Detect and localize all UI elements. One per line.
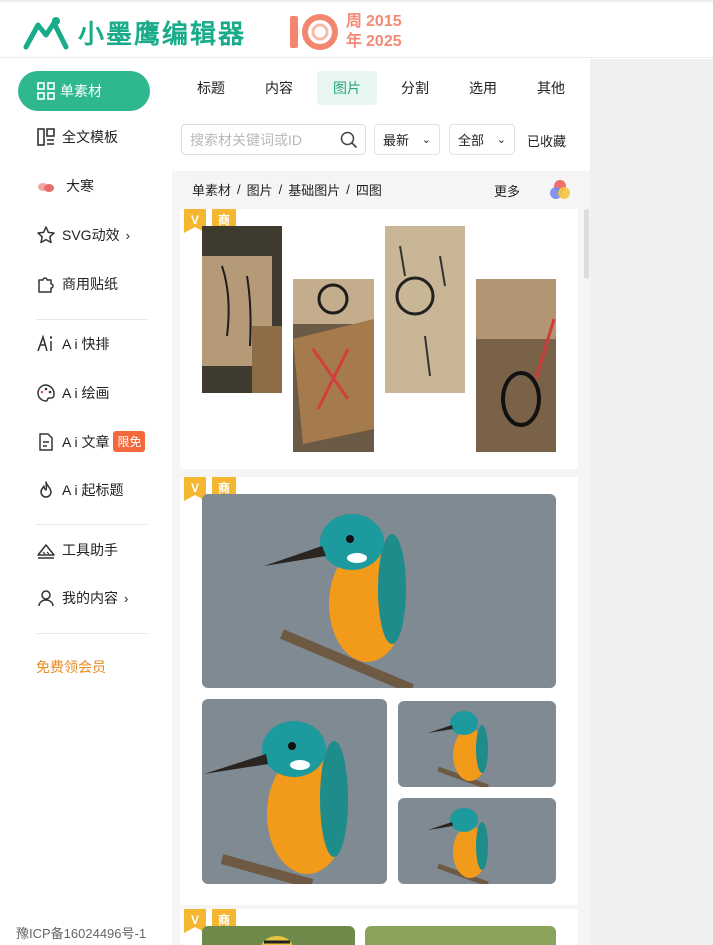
more-link[interactable]: 更多 bbox=[494, 181, 520, 200]
tab-divider[interactable]: 分割 bbox=[392, 71, 438, 105]
sidebar-item-label: 大寒 bbox=[66, 178, 94, 194]
gift-photo-strip bbox=[476, 279, 556, 452]
chevron-right-icon: › bbox=[124, 590, 129, 606]
sidebar-item-label: SVG动效 bbox=[62, 227, 120, 243]
ai-icon bbox=[37, 334, 53, 352]
sidebar-item-label: 我的内容 bbox=[62, 590, 118, 606]
material-card[interactable]: V 商 bbox=[180, 209, 578, 469]
palette-icon bbox=[37, 384, 55, 402]
ten-years-icon bbox=[290, 14, 338, 50]
editor-area bbox=[590, 59, 713, 945]
gift-photo-strip bbox=[202, 226, 282, 393]
breadcrumb-item: 四图 bbox=[355, 182, 382, 198]
sidebar-item-my-content[interactable]: 我的内容 › bbox=[36, 588, 128, 608]
top-header: 小墨鹰编辑器 周 2015 年 2025 bbox=[0, 0, 713, 58]
chevron-right-icon: › bbox=[125, 227, 130, 243]
sidebar-active-label: 单素材 bbox=[60, 83, 102, 99]
kingfisher-photo bbox=[202, 699, 387, 884]
template-icon bbox=[37, 128, 55, 146]
sidebar-item-ai-layout[interactable]: A i 快排 bbox=[36, 334, 109, 354]
sidebar-divider bbox=[36, 633, 147, 634]
sidebar-item-tools[interactable]: 工具助手 bbox=[36, 540, 118, 560]
svg-text:商: 商 bbox=[218, 212, 230, 227]
tab-content[interactable]: 内容 bbox=[256, 71, 302, 105]
sidebar-item-stickers[interactable]: 商用贴纸 bbox=[36, 274, 118, 294]
document-icon bbox=[39, 432, 53, 451]
breadcrumb-item[interactable]: 单素材 bbox=[192, 180, 231, 199]
puzzle-icon bbox=[38, 277, 54, 293]
svg-text:V: V bbox=[191, 213, 199, 227]
favorites-link[interactable]: 已收藏 bbox=[527, 131, 566, 150]
anniv-label-1: 周 bbox=[346, 13, 363, 30]
tab-select[interactable]: 选用 bbox=[460, 71, 506, 105]
sort-dropdown[interactable]: 最新 ⌄ bbox=[374, 124, 440, 155]
svg-text:商: 商 bbox=[218, 480, 230, 495]
brand-name: 小墨鹰编辑器 bbox=[78, 19, 247, 49]
user-icon bbox=[38, 590, 54, 607]
left-sidebar: 单素材 全文模板 大寒 SVG动效 › 商用贴纸 A i 快排 A i 绘画 A… bbox=[0, 59, 172, 945]
tab-other[interactable]: 其他 bbox=[528, 71, 574, 105]
scrollbar[interactable] bbox=[584, 209, 589, 279]
sidebar-item-label: 工具助手 bbox=[62, 542, 118, 558]
bee-photo bbox=[202, 926, 355, 945]
sidebar-item-label: A i 快排 bbox=[62, 336, 110, 352]
sidebar-divider bbox=[36, 319, 147, 320]
tabs-and-filters: 标题 内容 图片 分割 选用 其他 最新 ⌄ 全部 ⌄ 已收藏 bbox=[172, 59, 590, 171]
scope-value: 全部 bbox=[458, 133, 485, 148]
tab-title[interactable]: 标题 bbox=[188, 71, 234, 105]
sidebar-divider bbox=[36, 524, 147, 525]
kingfisher-photo bbox=[202, 494, 556, 688]
kingfisher-photo bbox=[398, 798, 556, 884]
sidebar-item-templates[interactable]: 全文模板 bbox=[36, 127, 118, 147]
chevron-down-icon: ⌄ bbox=[496, 134, 506, 146]
sidebar-item-label: 商用贴纸 bbox=[62, 276, 118, 292]
sidebar-item-festival[interactable]: 大寒 bbox=[36, 176, 94, 196]
scope-dropdown[interactable]: 全部 ⌄ bbox=[449, 124, 515, 155]
material-card[interactable]: V 商 bbox=[180, 477, 578, 905]
kingfisher-photo bbox=[398, 701, 556, 787]
brand-logo[interactable]: 小墨鹰编辑器 bbox=[22, 14, 246, 51]
material-panel: 标题 内容 图片 分割 选用 其他 最新 ⌄ 全部 ⌄ 已收藏 单素材 / 图片… bbox=[172, 59, 590, 945]
sidebar-item-label: 全文模板 bbox=[62, 129, 118, 145]
anniv-year-start: 2015 bbox=[366, 13, 402, 30]
flame-icon bbox=[40, 481, 52, 498]
star-icon bbox=[37, 226, 55, 244]
breadcrumb-item[interactable]: 图片 bbox=[247, 180, 273, 199]
ruler-tools-icon bbox=[37, 544, 55, 559]
sidebar-item-svg[interactable]: SVG动效 › bbox=[36, 225, 130, 245]
svg-text:V: V bbox=[191, 913, 199, 927]
free-membership-link[interactable]: 免费领会员 bbox=[36, 657, 106, 677]
color-theme-icon[interactable] bbox=[548, 178, 572, 202]
search-icon[interactable] bbox=[340, 131, 358, 149]
breadcrumb-item[interactable]: 基础图片 bbox=[288, 180, 340, 199]
svg-text:商: 商 bbox=[218, 912, 230, 927]
sidebar-item-ai-paint[interactable]: A i 绘画 bbox=[36, 383, 109, 403]
anniv-label-2: 年 bbox=[346, 33, 363, 50]
chevron-down-icon: ⌄ bbox=[421, 134, 431, 146]
sidebar-item-label: A i 起标题 bbox=[62, 482, 124, 498]
free-badge: 限免 bbox=[113, 431, 146, 452]
anniv-year-end: 2025 bbox=[366, 33, 402, 50]
icp-record[interactable]: 豫ICP备16024496号-1 bbox=[16, 923, 146, 942]
search-box[interactable] bbox=[181, 124, 366, 155]
sidebar-item-label: A i 绘画 bbox=[62, 385, 110, 401]
tab-image[interactable]: 图片 bbox=[317, 71, 377, 105]
eagle-logo-icon bbox=[23, 16, 69, 49]
sidebar-item-label: A i 文章 bbox=[62, 433, 110, 450]
sort-value: 最新 bbox=[383, 133, 410, 148]
search-input[interactable] bbox=[190, 131, 340, 148]
sidebar-item-ai-title[interactable]: A i 起标题 bbox=[36, 480, 123, 500]
material-card[interactable]: V 商 bbox=[180, 909, 578, 945]
anniversary-banner: 周 2015 年 2025 bbox=[286, 12, 402, 52]
festival-icon bbox=[38, 183, 54, 192]
grid-icon bbox=[37, 82, 55, 100]
gift-photo-strip bbox=[385, 226, 465, 393]
sidebar-item-single-material[interactable]: 单素材 bbox=[18, 71, 150, 111]
sidebar-item-ai-article[interactable]: A i 文章 限免 bbox=[36, 431, 146, 452]
bee-photo bbox=[365, 926, 556, 945]
breadcrumb: 单素材 / 图片 / 基础图片 / 四图 bbox=[172, 171, 590, 207]
gift-photo-strip bbox=[293, 279, 374, 452]
svg-text:V: V bbox=[191, 481, 199, 495]
